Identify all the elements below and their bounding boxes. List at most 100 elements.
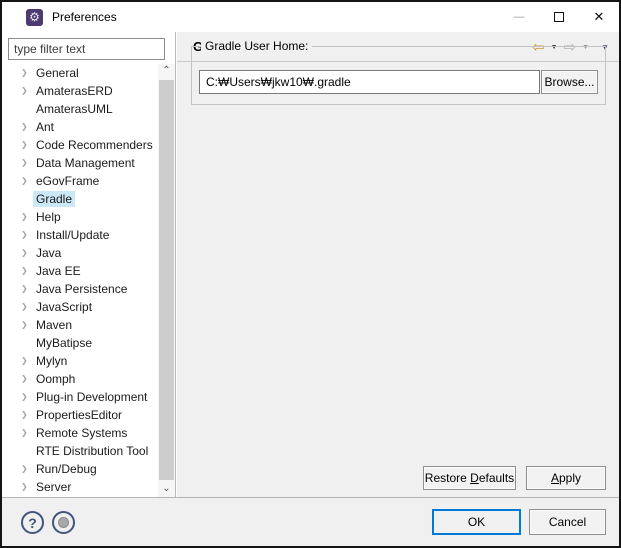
tree-item-label: MyBatipse (33, 335, 95, 351)
tree-item-label: Help (33, 209, 64, 225)
tree-item[interactable]: Data Management (2, 154, 158, 172)
cancel-button[interactable]: Cancel (529, 509, 606, 535)
tree-item[interactable]: Mylyn (2, 352, 158, 370)
restore-defaults-accel: D (470, 471, 479, 485)
expand-chevron-icon[interactable] (21, 136, 33, 154)
preferences-dialog: ⚙ Preferences — ✕ General (0, 0, 621, 548)
dialog-footer: ? OK Cancel (2, 497, 619, 546)
expand-chevron-icon[interactable] (21, 460, 33, 478)
tree-item[interactable]: Maven (2, 316, 158, 334)
group-label: Gradle User Home: (201, 39, 312, 53)
tree-item-label: General (33, 65, 82, 81)
tree-item[interactable]: PropertiesEditor (2, 406, 158, 424)
tree-item[interactable]: eGovFrame (2, 172, 158, 190)
tree-item-label: Java Persistence (33, 281, 130, 297)
tree-item-label: Code Recommenders (33, 137, 156, 153)
minimize-icon: — (514, 11, 525, 23)
tree-item-label: Oomph (33, 371, 78, 387)
expand-chevron-icon[interactable] (21, 226, 33, 244)
gradle-user-home-input[interactable] (199, 70, 540, 94)
tree-item[interactable]: AmaterasUML (2, 100, 158, 118)
close-button[interactable]: ✕ (579, 2, 619, 32)
tree-item[interactable]: MyBatipse (2, 334, 158, 352)
tree-scrollbar[interactable]: ⌃ ⌄ (158, 64, 175, 497)
titlebar: ⚙ Preferences — ✕ (2, 2, 619, 32)
expand-chevron-icon[interactable] (21, 64, 33, 82)
tree-item[interactable]: Run/Debug (2, 460, 158, 478)
expand-chevron-icon[interactable] (21, 298, 33, 316)
tree-item[interactable]: Java (2, 244, 158, 262)
tree-item[interactable]: Java EE (2, 262, 158, 280)
tree-item-label: Server (33, 479, 74, 495)
tree-item[interactable]: Oomph (2, 370, 158, 388)
restore-defaults-button[interactable]: Restore Defaults (423, 466, 516, 490)
ok-button[interactable]: OK (432, 509, 521, 535)
tree-item[interactable]: AmaterasERD (2, 82, 158, 100)
help-button[interactable]: ? (21, 511, 44, 534)
restore-defaults-label: Restore (425, 471, 470, 485)
tree-item[interactable]: Install/Update (2, 226, 158, 244)
tree-item-label: Java (33, 245, 64, 261)
tree-item-label: JavaScript (33, 299, 95, 315)
tree-item-label: AmaterasUML (33, 101, 116, 117)
tree-item-label: AmaterasERD (33, 83, 116, 99)
tree-item-label: Run/Debug (33, 461, 100, 477)
preferences-sidebar: General AmaterasERD AmaterasUML (2, 32, 176, 497)
browse-button[interactable]: Browse... (541, 70, 598, 94)
tree-item-label: Gradle (33, 191, 75, 207)
dialog-body: General AmaterasERD AmaterasUML (2, 32, 619, 497)
tree-item-label: Remote Systems (33, 425, 130, 441)
question-mark-icon: ? (28, 515, 37, 531)
expand-chevron-icon[interactable] (21, 82, 33, 100)
scroll-up-icon[interactable]: ⌃ (158, 64, 175, 79)
scrollbar-thumb[interactable] (159, 80, 174, 480)
expand-chevron-icon[interactable] (21, 208, 33, 226)
tree-item-label: Mylyn (33, 353, 70, 369)
record-icon (58, 517, 69, 528)
expand-chevron-icon[interactable] (21, 370, 33, 388)
expand-chevron-icon[interactable] (21, 478, 33, 496)
tree-item[interactable]: Remote Systems (2, 424, 158, 442)
tree-item[interactable]: RTE Distribution Tool (2, 442, 158, 460)
expand-chevron-icon[interactable] (21, 352, 33, 370)
tree-item[interactable]: Help (2, 208, 158, 226)
expand-chevron-icon[interactable] (21, 388, 33, 406)
tree-item[interactable]: JavaScript (2, 298, 158, 316)
restore-defaults-label-rest: efaults (479, 471, 514, 485)
tree-item-label: RTE Distribution Tool (33, 443, 151, 459)
maximize-icon (554, 12, 564, 22)
expand-chevron-icon[interactable] (21, 262, 33, 280)
preferences-tree: General AmaterasERD AmaterasUML (2, 64, 158, 497)
window-title: Preferences (52, 10, 117, 24)
apply-accel: A (551, 471, 559, 485)
eclipse-preferences-icon: ⚙ (26, 9, 43, 26)
tree-item[interactable]: Ant (2, 118, 158, 136)
scroll-down-icon[interactable]: ⌄ (158, 482, 175, 497)
expand-chevron-icon[interactable] (21, 172, 33, 190)
tree-item-label: PropertiesEditor (33, 407, 125, 423)
tree-item[interactable]: Code Recommenders (2, 136, 158, 154)
expand-chevron-icon[interactable] (21, 424, 33, 442)
tree-item-label: Install/Update (33, 227, 112, 243)
expand-chevron-icon[interactable] (21, 406, 33, 424)
tree-item-label: Plug-in Development (33, 389, 150, 405)
tree-item[interactable]: Plug-in Development (2, 388, 158, 406)
tree-item[interactable]: Java Persistence (2, 280, 158, 298)
tree-item-label: Maven (33, 317, 75, 333)
expand-chevron-icon[interactable] (21, 154, 33, 172)
preference-page: Gradle ⇦ ▼ ⇨ ▼ ▼ Gradle User Home: Brows… (177, 32, 619, 497)
expand-chevron-icon[interactable] (21, 244, 33, 262)
expand-chevron-icon[interactable] (21, 316, 33, 334)
tree-item-label: Data Management (33, 155, 138, 171)
tree-item[interactable]: General (2, 64, 158, 82)
tree-item[interactable]: Server (2, 478, 158, 496)
minimize-button[interactable]: — (499, 2, 539, 32)
apply-label-rest: pply (559, 471, 581, 485)
expand-chevron-icon[interactable] (21, 118, 33, 136)
filter-input[interactable] (8, 38, 165, 60)
maximize-button[interactable] (539, 2, 579, 32)
tree-item[interactable]: Gradle (2, 190, 158, 208)
apply-button[interactable]: Apply (526, 466, 606, 490)
expand-chevron-icon[interactable] (21, 280, 33, 298)
preference-recorder-button[interactable] (52, 511, 75, 534)
